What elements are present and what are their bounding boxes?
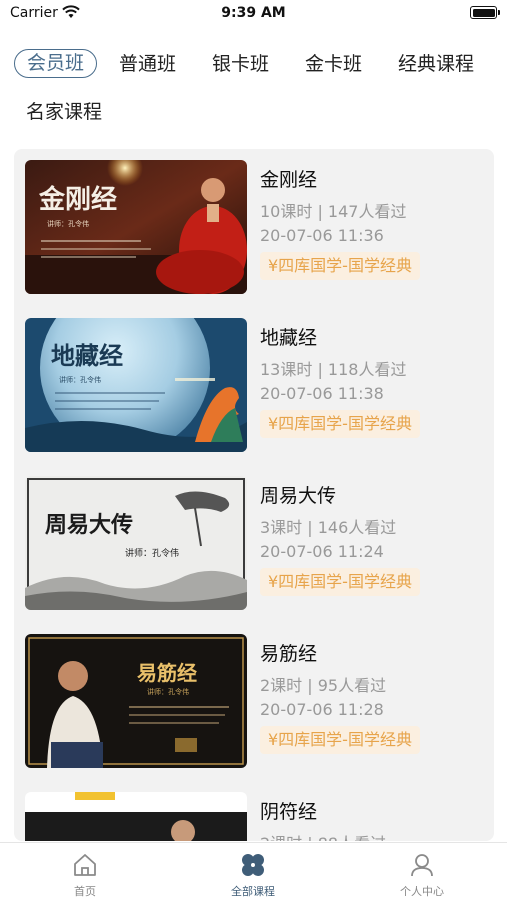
tabbar-home[interactable]: 首页 — [25, 851, 145, 899]
thumb-subtitle: 讲师：孔令伟 — [147, 687, 189, 696]
course-item[interactable]: 金刚经 讲师：孔令伟 金刚经 10课时 | 147人看过 20-07-06 11… — [14, 149, 494, 294]
course-tag: ¥四库国学-国学经典 — [260, 252, 420, 280]
thumb-subtitle: 讲师：孔令伟 — [59, 375, 101, 384]
course-meta: 2课时 | 95人看过 — [260, 676, 387, 695]
thumb-subtitle: 讲师：孔令伟 — [125, 547, 179, 559]
profile-icon — [411, 854, 433, 877]
tabbar-home-label: 首页 — [74, 885, 96, 898]
tab-classic-courses[interactable]: 经典课程 — [398, 50, 474, 78]
course-item[interactable]: 易筋经 讲师：孔令伟 易筋经 2课时 | 95人看过 20-07-06 11:2… — [14, 623, 494, 768]
tabbar-all-courses[interactable]: 全部课程 — [193, 851, 313, 899]
tabbar-profile-label: 个人中心 — [400, 885, 444, 898]
course-meta: 2课时 | 88人看过 — [260, 830, 386, 841]
course-title: 金刚经 — [260, 169, 318, 191]
course-date: 20-07-06 11:24 — [260, 542, 384, 561]
course-item[interactable]: 周易大传 讲师：孔令伟 周易大传 3课时 | 146人看过 20-07-06 1… — [14, 465, 494, 610]
course-meta: 3课时 | 146人看过 — [260, 518, 397, 537]
tab-silver-class[interactable]: 银卡班 — [212, 50, 269, 78]
tab-regular-class[interactable]: 普通班 — [119, 50, 176, 78]
course-tag: ¥四库国学-国学经典 — [260, 568, 420, 596]
course-tag: ¥四库国学-国学经典 — [260, 410, 420, 438]
status-time: 9:39 AM — [221, 5, 286, 21]
course-tag: ¥四库国学-国学经典 — [260, 726, 420, 754]
course-title: 周易大传 — [260, 485, 337, 507]
home-icon — [74, 854, 96, 876]
course-thumbnail: 易筋经 讲师：孔令伟 — [25, 634, 247, 768]
all-courses-icon — [242, 854, 264, 876]
course-meta: 10课时 | 147人看过 — [260, 202, 407, 221]
course-item[interactable]: 阴符经 2课时 | 88人看过 — [14, 781, 494, 841]
tabbar-all-courses-label: 全部课程 — [231, 885, 275, 898]
course-title: 阴符经 — [260, 801, 318, 823]
course-date: 20-07-06 11:38 — [260, 384, 384, 403]
thumb-title: 周易大传 — [45, 512, 133, 538]
course-thumbnail: 地藏经 讲师：孔令伟 — [25, 318, 247, 452]
tab-master-courses[interactable]: 名家课程 — [26, 98, 102, 126]
thumb-title: 地藏经 — [51, 341, 123, 370]
course-title: 易筋经 — [260, 643, 318, 665]
course-title: 地藏经 — [260, 327, 318, 349]
thumb-title: 金刚经 — [38, 184, 117, 215]
course-thumbnail: 金刚经 讲师：孔令伟 — [25, 160, 247, 294]
course-date: 20-07-06 11:36 — [260, 226, 384, 245]
course-item[interactable]: 地藏经 讲师：孔令伟 地藏经 13课时 | 118人看过 20-07-06 11… — [14, 307, 494, 452]
tab-member-class[interactable]: 会员班 — [14, 49, 98, 78]
thumb-title: 易筋经 — [137, 661, 197, 685]
tabbar-profile[interactable]: 个人中心 — [362, 851, 482, 899]
course-thumbnail: 周易大传 讲师：孔令伟 — [25, 476, 247, 610]
course-thumbnail — [25, 792, 247, 841]
course-meta: 13课时 | 118人看过 — [260, 360, 407, 379]
tab-gold-class[interactable]: 金卡班 — [305, 50, 362, 78]
battery-icon — [470, 6, 500, 19]
course-list[interactable]: 金刚经 讲师：孔令伟 金刚经 10课时 | 147人看过 20-07-06 11… — [14, 149, 494, 841]
course-date: 20-07-06 11:28 — [260, 700, 384, 719]
thumb-subtitle: 讲师：孔令伟 — [47, 219, 89, 228]
bottom-tab-bar: 首页 全部课程 个人中心 — [0, 842, 507, 900]
status-bar: Carrier 9:39 AM — [0, 0, 507, 30]
